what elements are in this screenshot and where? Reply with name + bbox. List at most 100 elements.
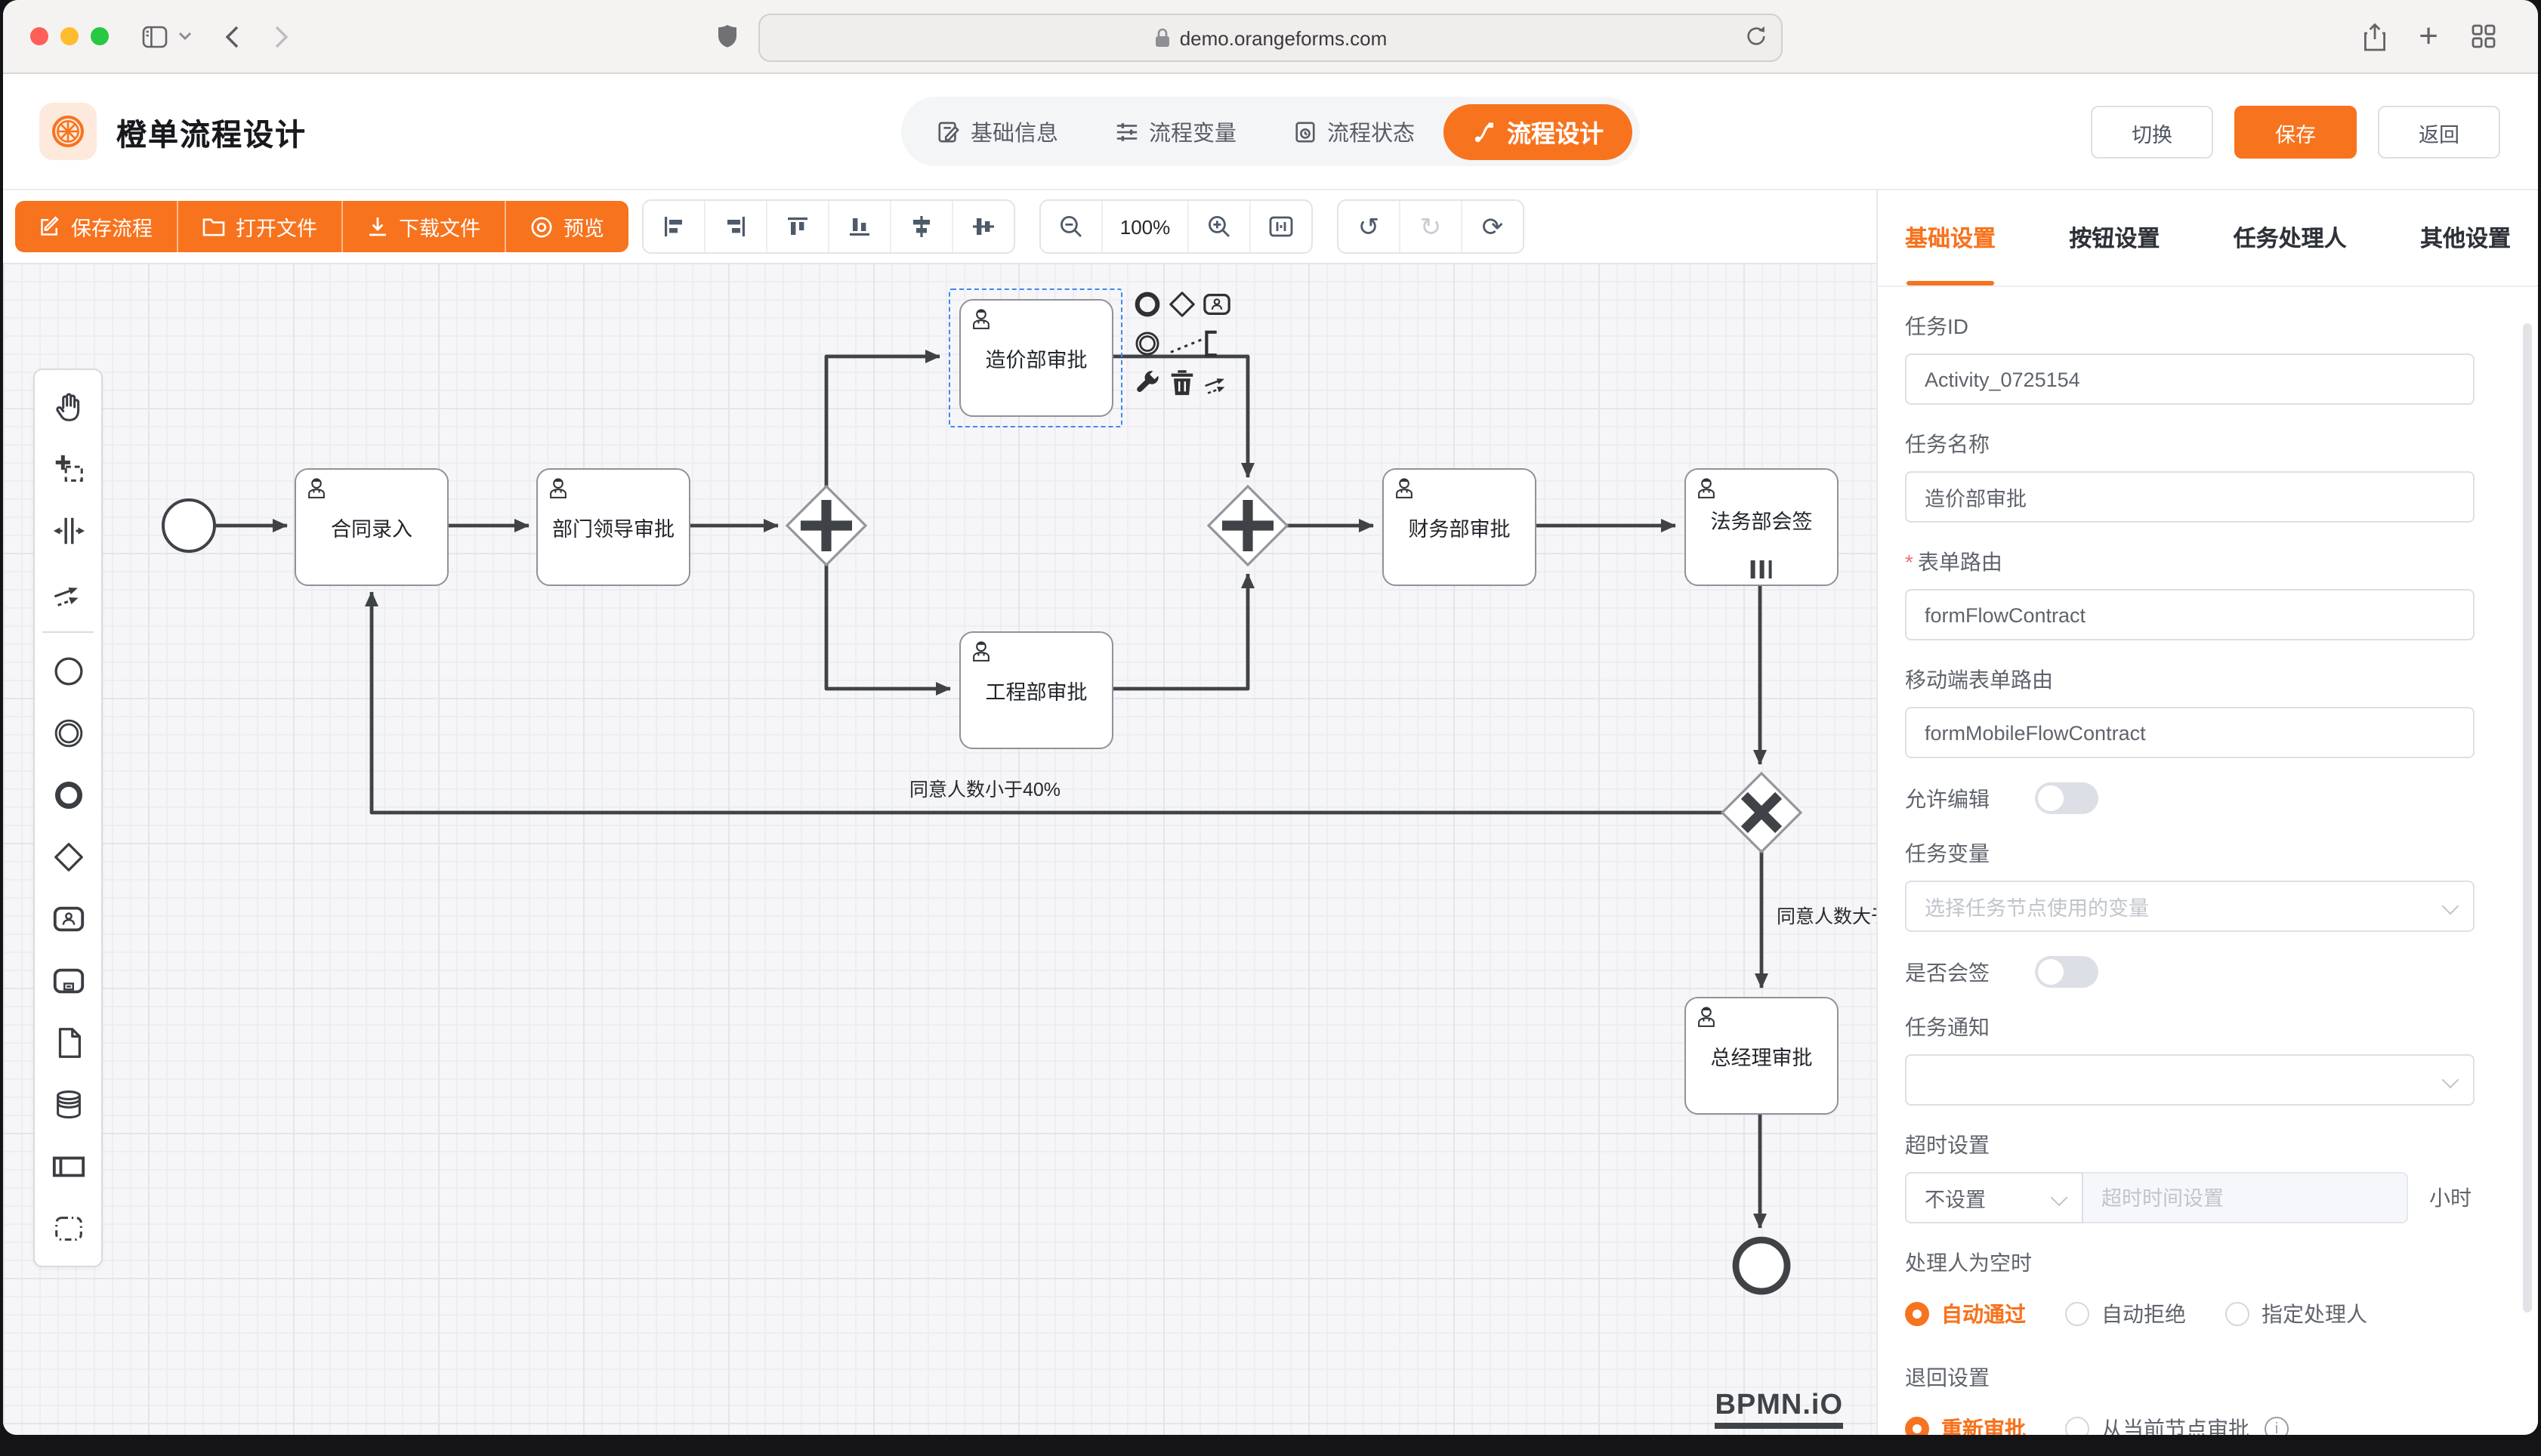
allow-edit-toggle[interactable]: [2035, 782, 2098, 814]
properties-panel: 基础设置 按钮设置 任务处理人 其他设置 任务ID 任务名称 *表单路由 移动端…: [1876, 190, 2538, 1435]
tab-overview-icon[interactable]: [2472, 24, 2496, 48]
task-notify-select[interactable]: [1905, 1054, 2475, 1106]
create-data-store-icon[interactable]: [35, 1074, 101, 1136]
timeout-value-input[interactable]: [2083, 1172, 2408, 1223]
task-id-input[interactable]: [1905, 353, 2475, 405]
sidebar-icon[interactable]: [142, 25, 168, 48]
reset-icon[interactable]: ⟳: [1462, 201, 1523, 252]
task-contract-entry[interactable]: 合同录入: [295, 468, 449, 586]
append-text-annotation-icon[interactable]: [1168, 329, 1234, 366]
align-top-button[interactable]: [767, 201, 829, 252]
task-engineering-dept-approval[interactable]: 工程部审批: [959, 631, 1113, 749]
chevron-down-icon[interactable]: [178, 32, 192, 41]
tab-process-variables[interactable]: 流程变量: [1087, 97, 1265, 166]
append-user-task-icon[interactable]: [1203, 290, 1234, 326]
parallel-gateway-split[interactable]: [787, 486, 866, 565]
create-participant-icon[interactable]: [35, 1136, 101, 1198]
radio-auto-reject[interactable]: 自动拒绝: [2065, 1299, 2186, 1329]
task-cost-dept-approval[interactable]: 造价部审批: [959, 299, 1113, 417]
form-route-label: *表单路由: [1905, 547, 2475, 577]
return-button[interactable]: 返回: [2378, 106, 2500, 159]
history-button-group: ↺ ↻ ⟳: [1337, 199, 1524, 254]
align-center-vertical-button[interactable]: [953, 201, 1014, 252]
mobile-form-route-input[interactable]: [1905, 707, 2475, 758]
radio-assign-handler[interactable]: 指定处理人: [2225, 1299, 2367, 1329]
exclusive-gateway[interactable]: [1722, 773, 1801, 852]
zoom-out-button[interactable]: [1041, 201, 1103, 252]
hand-tool-icon[interactable]: [35, 376, 101, 438]
tab-other-settings[interactable]: 其他设置: [2420, 190, 2511, 285]
bpmn-io-watermark[interactable]: BPMN.iO: [1715, 1390, 1843, 1429]
panel-body: 任务ID 任务名称 *表单路由 移动端表单路由 允许编辑 任务变量 选择任务节点…: [1878, 287, 2538, 1435]
zoom-level[interactable]: 100%: [1103, 201, 1189, 252]
zoom-in-button[interactable]: [1189, 201, 1251, 252]
countersign-toggle[interactable]: [2035, 956, 2098, 988]
reload-icon[interactable]: [1745, 24, 1768, 48]
align-right-button[interactable]: [705, 201, 767, 252]
switch-button[interactable]: 切换: [2091, 106, 2213, 159]
minimize-window-button[interactable]: [60, 27, 79, 45]
tab-basic-settings[interactable]: 基础设置: [1905, 190, 1996, 285]
create-end-event-icon[interactable]: [35, 764, 101, 826]
save-button[interactable]: 保存: [2234, 106, 2357, 159]
start-event[interactable]: [163, 500, 215, 551]
tab-process-design[interactable]: 流程设计: [1443, 103, 1632, 159]
radio-auto-approve[interactable]: 自动通过: [1905, 1299, 2026, 1329]
create-subprocess-icon[interactable]: [35, 950, 101, 1012]
save-flow-button[interactable]: 保存流程: [15, 201, 178, 252]
append-gateway-icon[interactable]: [1168, 290, 1199, 326]
task-general-manager-approval[interactable]: 总经理审批: [1684, 997, 1839, 1115]
task-name-input[interactable]: [1905, 471, 2475, 523]
panel-scrollbar[interactable]: [2523, 323, 2532, 1313]
redo-icon[interactable]: ↻: [1400, 201, 1462, 252]
change-type-wrench-icon[interactable]: [1133, 369, 1165, 405]
align-center-horizontal-button[interactable]: [891, 201, 953, 252]
task-dept-leader-approval[interactable]: 部门领导审批: [536, 468, 690, 586]
parallel-gateway-join[interactable]: [1209, 486, 1287, 565]
global-connect-tool-icon[interactable]: [35, 562, 101, 624]
fit-viewport-button[interactable]: [1251, 201, 1311, 252]
forward-icon[interactable]: [275, 25, 289, 48]
lasso-tool-icon[interactable]: [35, 438, 101, 500]
back-icon[interactable]: [225, 25, 239, 48]
download-file-button[interactable]: 下载文件: [343, 201, 506, 252]
user-task-icon: [1693, 476, 1719, 501]
radio-from-current-node[interactable]: 从当前节点审批i: [2065, 1414, 2289, 1435]
chevron-down-icon: [2442, 1072, 2459, 1089]
align-bottom-button[interactable]: [829, 201, 891, 252]
privacy-shield-icon[interactable]: [718, 24, 737, 48]
new-tab-icon[interactable]: +: [2419, 17, 2438, 56]
space-tool-icon[interactable]: [35, 500, 101, 562]
fullscreen-window-button[interactable]: [91, 27, 109, 45]
tab-task-assignee[interactable]: 任务处理人: [2234, 190, 2347, 285]
tab-process-status[interactable]: 流程状态: [1265, 97, 1443, 166]
preview-button[interactable]: 预览: [506, 201, 628, 252]
radio-re-approve[interactable]: 重新审批: [1905, 1414, 2026, 1435]
task-legal-dept-countersign[interactable]: 法务部会签: [1684, 468, 1839, 586]
append-end-event-icon[interactable]: [1133, 290, 1165, 326]
share-icon[interactable]: [2363, 22, 2387, 51]
delete-trash-icon[interactable]: [1168, 369, 1199, 405]
append-intermediate-event-icon[interactable]: [1133, 329, 1165, 366]
palette-separator: [42, 631, 94, 633]
create-gateway-icon[interactable]: [35, 826, 101, 888]
form-route-input[interactable]: [1905, 589, 2475, 640]
tab-basic-info[interactable]: 基础信息: [909, 97, 1087, 166]
end-event[interactable]: [1736, 1240, 1787, 1291]
create-start-event-icon[interactable]: [35, 640, 101, 702]
timeout-mode-select[interactable]: 不设置: [1905, 1172, 2083, 1223]
task-finance-dept-approval[interactable]: 财务部审批: [1382, 468, 1536, 586]
task-variable-select[interactable]: 选择任务节点使用的变量: [1905, 881, 2475, 932]
bpmn-canvas[interactable]: 合同录入 部门领导审批 造价部审批 工程部审批: [3, 263, 1876, 1435]
create-data-object-icon[interactable]: [35, 1012, 101, 1074]
close-window-button[interactable]: [30, 27, 48, 45]
open-file-button[interactable]: 打开文件: [178, 201, 343, 252]
create-group-icon[interactable]: [35, 1198, 101, 1260]
tab-button-settings[interactable]: 按钮设置: [2069, 190, 2160, 285]
create-user-task-icon[interactable]: [35, 888, 101, 950]
align-left-button[interactable]: [644, 201, 705, 252]
undo-icon[interactable]: ↺: [1338, 201, 1400, 252]
create-intermediate-event-icon[interactable]: [35, 702, 101, 764]
connect-tool-icon[interactable]: [1203, 369, 1234, 405]
url-bar[interactable]: demo.orangeforms.com: [758, 14, 1783, 62]
